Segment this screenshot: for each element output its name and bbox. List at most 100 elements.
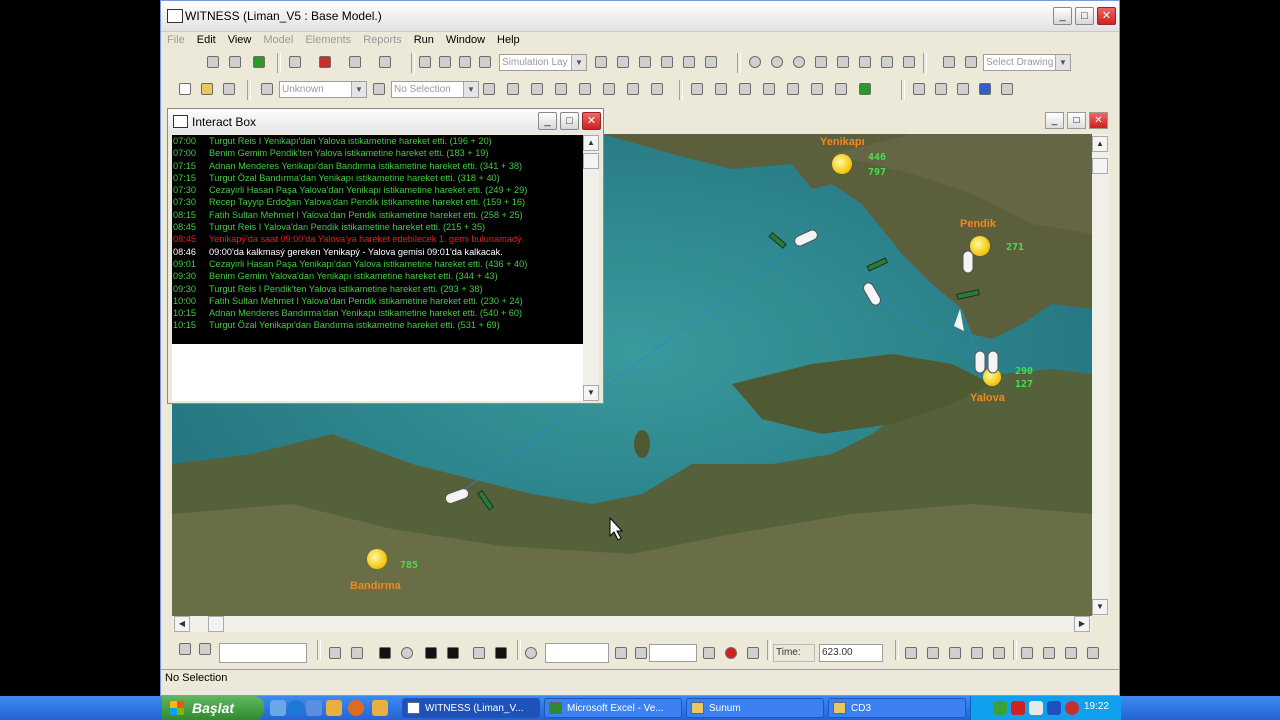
fit-view-icon[interactable] bbox=[879, 54, 895, 70]
layer-icon[interactable] bbox=[593, 54, 609, 70]
start-button[interactable]: Başlat bbox=[162, 696, 264, 720]
arrow-down-icon[interactable] bbox=[835, 54, 851, 70]
pencil-icon[interactable] bbox=[601, 81, 617, 97]
report-c-icon[interactable] bbox=[955, 81, 971, 97]
menu-model[interactable]: Model bbox=[257, 31, 299, 49]
interact-maximize-button[interactable]: □ bbox=[560, 112, 579, 130]
layout-maximize-button[interactable]: □ bbox=[1067, 112, 1086, 129]
report-e-icon[interactable] bbox=[999, 81, 1015, 97]
report-sheet-5-icon[interactable] bbox=[991, 645, 1007, 661]
step-icon[interactable] bbox=[423, 645, 439, 661]
snap-icon[interactable] bbox=[457, 54, 473, 70]
fill-color-icon[interactable] bbox=[377, 54, 393, 70]
outlook-icon[interactable] bbox=[306, 700, 322, 716]
settings-icon[interactable] bbox=[477, 54, 493, 70]
folder-icon[interactable] bbox=[326, 700, 342, 716]
drawing-combo[interactable]: Select Drawing ▼ bbox=[983, 54, 1071, 71]
ferry-icon[interactable] bbox=[962, 250, 974, 274]
printer-icon[interactable] bbox=[1019, 645, 1035, 661]
interact-close-button[interactable]: ✕ bbox=[582, 112, 601, 130]
play-icon[interactable] bbox=[445, 645, 461, 661]
tool-a-icon[interactable] bbox=[689, 81, 705, 97]
step-end-icon[interactable] bbox=[471, 645, 487, 661]
ferry-icon[interactable] bbox=[974, 350, 986, 374]
arrow-down-alt-icon[interactable] bbox=[857, 54, 873, 70]
chart-icon[interactable] bbox=[1041, 645, 1057, 661]
refresh-icon[interactable] bbox=[1063, 645, 1079, 661]
tray-volume-icon[interactable] bbox=[1029, 701, 1043, 715]
step-back-icon[interactable] bbox=[349, 645, 365, 661]
report-sheet-icon[interactable] bbox=[903, 645, 919, 661]
menu-view[interactable]: View bbox=[222, 31, 258, 49]
minimize-button[interactable]: _ bbox=[1053, 7, 1072, 25]
layer-up-icon[interactable] bbox=[659, 54, 675, 70]
grid-icon[interactable] bbox=[417, 54, 433, 70]
report-sheet-4-icon[interactable] bbox=[969, 645, 985, 661]
map-vertical-scrollbar[interactable]: ▲ ▼ bbox=[1092, 134, 1109, 616]
log-scroll-up-button[interactable]: ▲ bbox=[583, 135, 599, 151]
scroll-right-button[interactable]: ▶ bbox=[1074, 616, 1090, 632]
scroll-up-button[interactable]: ▲ bbox=[1092, 136, 1108, 152]
zoom-out-icon[interactable] bbox=[769, 54, 785, 70]
figure-icon[interactable] bbox=[529, 81, 545, 97]
display-icon[interactable] bbox=[745, 645, 761, 661]
lock-green-icon[interactable] bbox=[857, 81, 873, 97]
runner-icon[interactable] bbox=[613, 645, 629, 661]
speed-left-icon[interactable] bbox=[633, 645, 649, 661]
interact-minimize-button[interactable]: _ bbox=[538, 112, 557, 130]
font-color-icon[interactable] bbox=[287, 54, 303, 70]
pen-color-icon[interactable] bbox=[347, 54, 363, 70]
walk-figure-icon[interactable] bbox=[505, 81, 521, 97]
scroll-left-button[interactable]: ◀ bbox=[174, 616, 190, 632]
record-icon[interactable] bbox=[399, 645, 415, 661]
zoom-in-icon[interactable] bbox=[747, 54, 763, 70]
finger-icon[interactable] bbox=[577, 81, 593, 97]
screen-icon[interactable] bbox=[701, 645, 717, 661]
layout-close-button[interactable]: ✕ bbox=[1089, 112, 1108, 129]
maximize-button[interactable]: □ bbox=[1075, 7, 1094, 25]
layer-group-icon[interactable] bbox=[703, 54, 719, 70]
tool-d-icon[interactable] bbox=[761, 81, 777, 97]
firefox-icon[interactable] bbox=[348, 700, 364, 716]
open-icon[interactable] bbox=[199, 81, 215, 97]
tray-network-icon[interactable] bbox=[993, 701, 1007, 715]
speed-slider[interactable] bbox=[649, 644, 697, 662]
report-a-icon[interactable] bbox=[911, 81, 927, 97]
clock-icon[interactable] bbox=[523, 645, 539, 661]
layout-minimize-button[interactable]: _ bbox=[1045, 112, 1064, 129]
eraser-icon[interactable] bbox=[625, 81, 641, 97]
run-figure-icon[interactable] bbox=[481, 81, 497, 97]
interact-log[interactable]: 07:00 Turgut Reis I Yenikapı'dan Yalova i… bbox=[172, 135, 583, 401]
record-red-icon[interactable] bbox=[723, 645, 739, 661]
scroll-down-button[interactable]: ▼ bbox=[1092, 599, 1108, 615]
new-icon[interactable] bbox=[177, 81, 193, 97]
network-icon[interactable] bbox=[963, 54, 979, 70]
element-list-icon[interactable] bbox=[259, 81, 275, 97]
step-tool-alt-icon[interactable] bbox=[197, 641, 213, 657]
tray-security-icon[interactable] bbox=[1011, 701, 1025, 715]
menu-file[interactable]: File bbox=[161, 31, 191, 49]
scale-icon[interactable] bbox=[901, 54, 917, 70]
tray-app-icon[interactable] bbox=[1065, 701, 1079, 715]
taskbar-excel[interactable]: Microsoft Excel - Ve... bbox=[544, 698, 682, 718]
ferry-icon[interactable] bbox=[987, 350, 999, 374]
selection-combo[interactable]: No Selection ▼ bbox=[391, 81, 479, 98]
tool-b-icon[interactable] bbox=[713, 81, 729, 97]
map-horizontal-scrollbar[interactable]: ◀ ▶ bbox=[172, 616, 1092, 632]
menu-reports[interactable]: Reports bbox=[357, 31, 408, 49]
ie-icon[interactable] bbox=[288, 700, 304, 716]
layer-down-icon[interactable] bbox=[681, 54, 697, 70]
scroll-thumb[interactable] bbox=[1092, 158, 1108, 174]
folder-alt-icon[interactable] bbox=[372, 700, 388, 716]
menu-help[interactable]: Help bbox=[491, 31, 526, 49]
export-icon[interactable] bbox=[1085, 645, 1101, 661]
log-scroll-down-button[interactable]: ▼ bbox=[583, 385, 599, 401]
layout-combo[interactable]: Simulation Lay ▼ bbox=[499, 54, 587, 71]
taskbar-cd3[interactable]: CD3 bbox=[828, 698, 966, 718]
line-color-icon[interactable] bbox=[317, 54, 333, 70]
type-combo[interactable]: Unknown ▼ bbox=[279, 81, 367, 98]
report-sheet-3-icon[interactable] bbox=[947, 645, 963, 661]
menu-run[interactable]: Run bbox=[408, 31, 440, 49]
interact-vertical-scrollbar[interactable]: ▲ ▼ bbox=[583, 135, 599, 401]
tool-g-icon[interactable] bbox=[833, 81, 849, 97]
